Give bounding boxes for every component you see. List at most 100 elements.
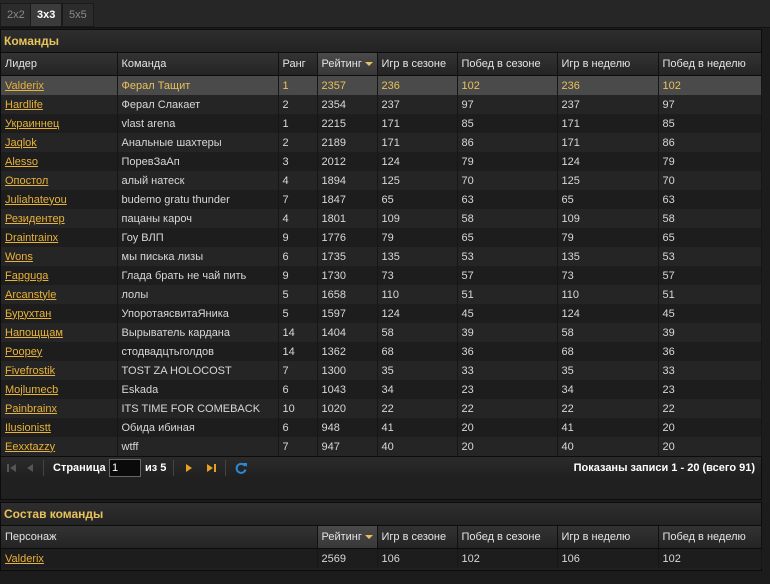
table-cell: 58 — [658, 209, 762, 228]
table-cell: 36 — [457, 342, 558, 361]
player-link[interactable]: Опостол — [5, 175, 48, 187]
col-header-season-games[interactable]: Игр в сезоне — [377, 526, 458, 549]
table-cell: 97 — [457, 95, 558, 114]
player-link[interactable]: Eexxtazzy — [5, 441, 55, 453]
col-header-team[interactable]: Команда — [117, 53, 279, 76]
table-row[interactable]: Украиннец vlast arena 1 2215 171 85 171 85 — [1, 114, 762, 133]
player-link[interactable]: Painbrainx — [5, 403, 57, 415]
pager-separator — [43, 460, 44, 476]
table-cell: Eskada — [117, 380, 279, 399]
table-row[interactable]: Опостол алый натеск 4 1894 125 70 125 70 — [1, 171, 762, 190]
col-header-character[interactable]: Персонаж — [1, 526, 318, 549]
player-link[interactable]: Напощщам — [5, 327, 63, 339]
refresh-icon[interactable] — [234, 461, 248, 475]
table-row[interactable]: Valderix 2569 106 102 106 102 — [1, 548, 762, 568]
table-cell: 1 — [278, 75, 318, 95]
table-cell: 6 — [278, 418, 318, 437]
table-row[interactable]: Напощщам Вырыватель кардана 14 1404 58 39 58 39 — [1, 323, 762, 342]
table-cell: 58 — [557, 323, 659, 342]
table-row[interactable]: Poopey стодвадцтьголдов 14 1362 68 36 68 36 — [1, 342, 762, 361]
table-row[interactable]: Eexxtazzy wtff 7 947 40 20 40 20 — [1, 437, 762, 456]
table-cell: 36 — [658, 342, 762, 361]
player-link[interactable]: Poopey — [5, 346, 42, 358]
first-page-icon[interactable] — [5, 461, 19, 475]
col-header-rank[interactable]: Ранг — [278, 53, 318, 76]
table-cell: 57 — [658, 266, 762, 285]
table-row[interactable]: Fapguga Глада брать не чай пить 9 1730 73 57 7… — [1, 266, 762, 285]
table-cell: 34 — [377, 380, 458, 399]
col-header-season-games[interactable]: Игр в сезоне — [377, 53, 458, 76]
table-row[interactable]: Draintrainx Гоу ВЛП 9 1776 79 65 79 65 — [1, 228, 762, 247]
table-cell: Глада брать не чай пить — [117, 266, 279, 285]
table-cell: 45 — [457, 304, 558, 323]
table-cell: 97 — [658, 95, 762, 114]
table-cell: Mojlumecb — [1, 380, 118, 399]
table-row[interactable]: Бурухтан УпоротаясвитаЯника 5 1597 124 45 124 4… — [1, 304, 762, 323]
table-cell: 79 — [457, 152, 558, 171]
col-header-season-wins[interactable]: Побед в сезоне — [457, 53, 558, 76]
next-page-icon[interactable] — [182, 461, 196, 475]
player-link[interactable]: Fapguga — [5, 270, 48, 282]
table-row[interactable]: Fivefrostik TOST ZA HOLOCOST 7 1300 35 33 35 33 — [1, 361, 762, 380]
tab-5x5[interactable]: 5x5 — [62, 3, 94, 27]
player-link[interactable]: Резидентер — [5, 213, 65, 225]
bracket-tabs: 2x2 3x3 5x5 — [0, 0, 770, 28]
table-cell: 70 — [658, 171, 762, 190]
col-header-week-games[interactable]: Игр в неделю — [557, 53, 659, 76]
player-link[interactable]: Arcanstyle — [5, 289, 56, 301]
table-row[interactable]: Wons мы писька лизы 6 1735 135 53 135 53 — [1, 247, 762, 266]
player-link[interactable]: Бурухтан — [5, 308, 51, 320]
col-header-week-wins[interactable]: Побед в неделю — [658, 526, 762, 549]
roster-table: Персонаж Рейтинг Игр в сезоне Побед в се… — [1, 526, 762, 568]
table-cell: 22 — [377, 399, 458, 418]
table-cell: 39 — [658, 323, 762, 342]
table-row[interactable]: Hardlife Ферал Слакает 2 2354 237 97 237 97 — [1, 95, 762, 114]
col-header-leader[interactable]: Лидер — [1, 53, 118, 76]
col-header-rating-label: Рейтинг — [321, 531, 362, 543]
table-cell: 7 — [278, 361, 318, 380]
prev-page-icon[interactable] — [23, 461, 37, 475]
player-link[interactable]: Fivefrostik — [5, 365, 55, 377]
table-row[interactable]: Резидентер пацаны кароч 4 1801 109 58 109 58 — [1, 209, 762, 228]
table-row[interactable]: Valderix Ферал Тащит 1 2357 236 102 236 102 — [1, 75, 762, 95]
table-row[interactable]: Mojlumecb Eskada 6 1043 34 23 34 23 — [1, 380, 762, 399]
player-link[interactable]: Jaqlok — [5, 137, 37, 149]
table-cell: 51 — [658, 285, 762, 304]
table-cell: 57 — [457, 266, 558, 285]
table-cell: 22 — [557, 399, 659, 418]
tab-3x3[interactable]: 3x3 — [30, 3, 63, 27]
table-cell: 20 — [457, 437, 558, 456]
table-row[interactable]: Jaqlok Анальные шахтеры 2 2189 171 86 171 86 — [1, 133, 762, 152]
table-row[interactable]: Alesso ПоревЗаАп 3 2012 124 79 124 79 — [1, 152, 762, 171]
player-link[interactable]: Juliahateyou — [5, 194, 67, 206]
col-header-week-wins[interactable]: Побед в неделю — [658, 53, 762, 76]
player-link[interactable]: Украиннец — [5, 118, 59, 130]
player-link[interactable]: Ilusionistt — [5, 422, 51, 434]
table-cell: 53 — [457, 247, 558, 266]
player-link[interactable]: Mojlumecb — [5, 384, 58, 396]
col-header-week-games[interactable]: Игр в неделю — [557, 526, 659, 549]
table-cell: 237 — [377, 95, 458, 114]
col-header-season-wins[interactable]: Побед в сезоне — [457, 526, 558, 549]
player-link[interactable]: Draintrainx — [5, 232, 58, 244]
col-header-rating[interactable]: Рейтинг — [317, 526, 378, 549]
table-row[interactable]: Painbrainx ITS TIME FOR COMEBACK 10 1020 22 2… — [1, 399, 762, 418]
tab-2x2[interactable]: 2x2 — [0, 3, 32, 27]
player-link[interactable]: Valderix — [5, 80, 44, 92]
player-link[interactable]: Wons — [5, 251, 33, 263]
table-cell: 20 — [658, 418, 762, 437]
player-link[interactable]: Valderix — [5, 553, 44, 565]
table-row[interactable]: Arcanstyle лолы 5 1658 110 51 110 51 — [1, 285, 762, 304]
table-cell: Вырыватель кардана — [117, 323, 279, 342]
last-page-icon[interactable] — [204, 461, 218, 475]
page-number-input[interactable] — [109, 459, 141, 477]
table-row[interactable]: Juliahateyou budemo gratu thunder 7 1847 65 6… — [1, 190, 762, 209]
player-link[interactable]: Alesso — [5, 156, 38, 168]
roster-panel: Состав команды Персонаж Рейтинг Игр в се… — [0, 502, 762, 571]
pager-separator — [225, 460, 226, 476]
table-cell: 34 — [557, 380, 659, 399]
col-header-rating[interactable]: Рейтинг — [317, 53, 378, 76]
table-row[interactable]: Ilusionistt Обида ибиная 6 948 41 20 41 20 — [1, 418, 762, 437]
table-cell: пацаны кароч — [117, 209, 279, 228]
player-link[interactable]: Hardlife — [5, 99, 43, 111]
